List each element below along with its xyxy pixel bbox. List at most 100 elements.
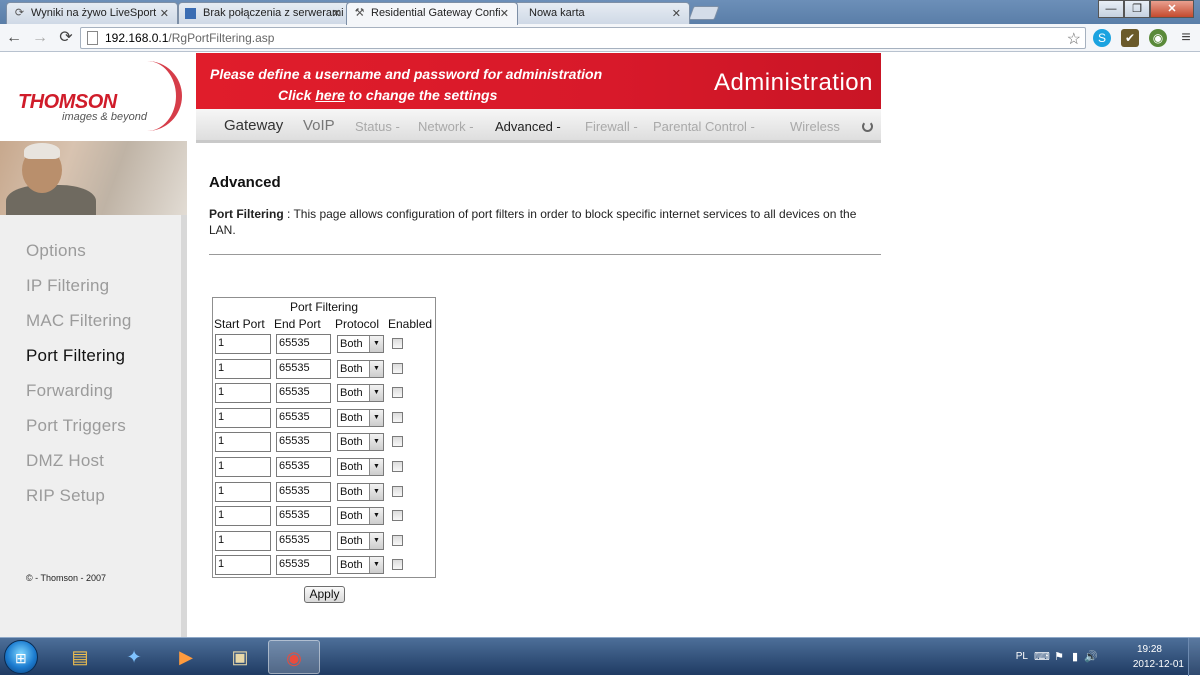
clock-date[interactable]: 2012-12-01	[1133, 659, 1184, 670]
sidebar-item-options[interactable]: Options	[26, 241, 86, 261]
tab-close-icon[interactable]: ✕	[672, 7, 681, 20]
browser-tab-0[interactable]: ⟳ Wyniki na żywo LiveSport ✕	[6, 2, 178, 24]
tab-close-icon[interactable]: ✕	[160, 7, 169, 20]
skype-icon[interactable]: S	[1093, 29, 1111, 47]
protocol-select[interactable]: Both ▼	[337, 409, 384, 427]
protocol-select[interactable]: Both ▼	[337, 384, 384, 402]
nav-network[interactable]: Network -	[418, 119, 474, 134]
start-port-input[interactable]: 1	[215, 531, 271, 551]
protocol-select[interactable]: Both ▼	[337, 507, 384, 525]
enabled-checkbox[interactable]	[392, 535, 403, 546]
minimize-button[interactable]: —	[1098, 0, 1124, 18]
header-enabled: Enabled	[388, 317, 433, 331]
thomson-logo[interactable]: THOMSON images & beyond	[0, 53, 196, 141]
enabled-checkbox[interactable]	[392, 461, 403, 472]
wrench-menu-icon[interactable]: ≡	[1177, 29, 1195, 47]
reload-icon[interactable]: ⟳	[56, 28, 76, 48]
nav-parental-control[interactable]: Parental Control -	[653, 119, 755, 134]
tab-close-icon[interactable]: ✕	[332, 7, 341, 20]
end-port-input[interactable]: 65535	[276, 383, 331, 403]
maximize-button[interactable]: ❐	[1124, 0, 1150, 18]
protocol-select[interactable]: Both ▼	[337, 360, 384, 378]
explorer-icon[interactable]: ▤	[54, 640, 106, 674]
language-indicator[interactable]: PL	[1016, 651, 1028, 662]
show-desktop-button[interactable]	[1188, 638, 1200, 676]
protocol-select[interactable]: Both ▼	[337, 433, 384, 451]
sidebar-item-ip-filtering[interactable]: IP Filtering	[26, 276, 109, 296]
start-port-input[interactable]: 1	[215, 432, 271, 452]
browser-tab-1[interactable]: Brak połączenia z serwerami ✕	[178, 2, 350, 24]
close-window-button[interactable]: ✕	[1150, 0, 1194, 18]
start-port-input[interactable]: 1	[215, 359, 271, 379]
enabled-checkbox[interactable]	[392, 486, 403, 497]
end-port-input[interactable]: 65535	[276, 359, 331, 379]
start-button[interactable]: ⊞	[4, 640, 38, 674]
browser-tab-3[interactable]: Nowa karta ✕	[514, 2, 690, 24]
start-port-input[interactable]: 1	[215, 457, 271, 477]
end-port-input[interactable]: 65535	[276, 432, 331, 452]
start-port-input[interactable]: 1	[215, 383, 271, 403]
nav-voip[interactable]: VoIP	[303, 117, 335, 134]
table-row: 1 65535 Both ▼	[213, 482, 435, 504]
enabled-checkbox[interactable]	[392, 436, 403, 447]
banner-title: Administration	[713, 69, 873, 96]
archive-icon[interactable]: ▣	[214, 640, 266, 674]
start-port-input[interactable]: 1	[215, 555, 271, 575]
start-port-input[interactable]: 1	[215, 334, 271, 354]
volume-icon[interactable]: 🔊	[1084, 650, 1098, 664]
network-status-icon[interactable]: ▮	[1068, 650, 1082, 664]
end-port-input[interactable]: 65535	[276, 457, 331, 477]
end-port-input[interactable]: 65535	[276, 482, 331, 502]
back-arrow-icon[interactable]: ←	[4, 28, 24, 48]
sidebar-item-forwarding[interactable]: Forwarding	[26, 381, 113, 401]
extension-icon[interactable]: ✔	[1121, 29, 1139, 47]
table-row: 1 65535 Both ▼	[213, 555, 435, 577]
sidebar-item-dmz-host[interactable]: DMZ Host	[26, 451, 104, 471]
flag-icon[interactable]: ⚑	[1052, 650, 1066, 664]
end-port-input[interactable]: 65535	[276, 531, 331, 551]
end-port-input[interactable]: 65535	[276, 555, 331, 575]
end-port-input[interactable]: 65535	[276, 408, 331, 428]
enabled-checkbox[interactable]	[392, 559, 403, 570]
keyboard-icon[interactable]: ⌨	[1034, 650, 1050, 664]
tab-close-icon[interactable]: ✕	[500, 7, 509, 20]
apply-button[interactable]: Apply	[304, 586, 345, 603]
network-icon[interactable]: ✦	[108, 640, 160, 674]
sidebar-item-port-triggers[interactable]: Port Triggers	[26, 416, 126, 436]
chrome-icon[interactable]: ◉	[268, 640, 320, 674]
sidebar: Options IP Filtering MAC Filtering Port …	[0, 141, 187, 637]
clock-time[interactable]: 19:28	[1137, 644, 1162, 655]
enabled-checkbox[interactable]	[392, 510, 403, 521]
address-bar[interactable]: 192.168.0.1/RgPortFiltering.asp ☆	[80, 27, 1086, 49]
nav-firewall[interactable]: Firewall -	[585, 119, 638, 134]
protocol-select[interactable]: Both ▼	[337, 483, 384, 501]
media-player-icon[interactable]: ▶	[160, 640, 212, 674]
browser-toolbar: ← → ⟳ 192.168.0.1/RgPortFiltering.asp ☆ …	[0, 24, 1200, 52]
bookmark-star-icon[interactable]: ☆	[1067, 29, 1081, 49]
protocol-select[interactable]: Both ▼	[337, 556, 384, 574]
protocol-select[interactable]: Both ▼	[337, 458, 384, 476]
protocol-select[interactable]: Both ▼	[337, 335, 384, 353]
end-port-input[interactable]: 65535	[276, 506, 331, 526]
end-port-input[interactable]: 65535	[276, 334, 331, 354]
browser-tab-2[interactable]: ⚒ Residential Gateway Confi ✕	[346, 2, 518, 25]
enabled-checkbox[interactable]	[392, 363, 403, 374]
sidebar-item-mac-filtering[interactable]: MAC Filtering	[26, 311, 132, 331]
nav-gateway[interactable]: Gateway	[224, 117, 283, 134]
nav-wireless[interactable]: Wireless	[790, 119, 840, 134]
sidebar-item-rip-setup[interactable]: RIP Setup	[26, 486, 105, 506]
protocol-select[interactable]: Both ▼	[337, 532, 384, 550]
new-tab-button[interactable]	[688, 6, 720, 20]
enabled-checkbox[interactable]	[392, 412, 403, 423]
enabled-checkbox[interactable]	[392, 338, 403, 349]
nav-advanced[interactable]: Advanced -	[495, 119, 561, 134]
here-link[interactable]: here	[315, 87, 345, 103]
nav-status[interactable]: Status -	[355, 119, 400, 134]
eye-extension-icon[interactable]: ◉	[1149, 29, 1167, 47]
start-port-input[interactable]: 1	[215, 506, 271, 526]
start-port-input[interactable]: 1	[215, 482, 271, 502]
sidebar-item-port-filtering[interactable]: Port Filtering	[26, 346, 125, 366]
forward-arrow-icon[interactable]: →	[30, 28, 50, 48]
enabled-checkbox[interactable]	[392, 387, 403, 398]
start-port-input[interactable]: 1	[215, 408, 271, 428]
